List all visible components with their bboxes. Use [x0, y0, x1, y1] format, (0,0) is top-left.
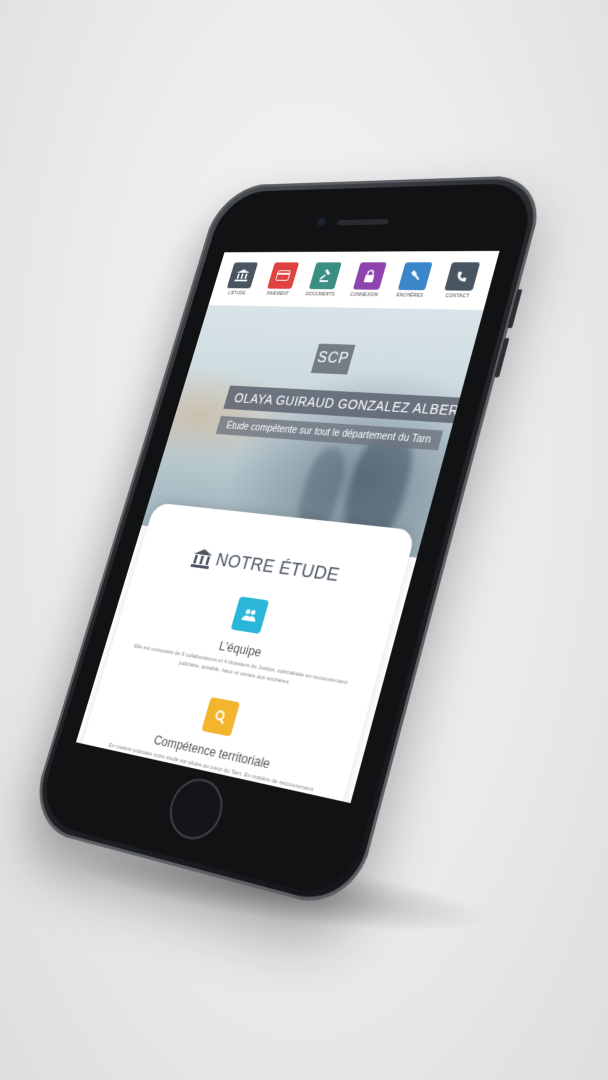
bank-icon [190, 548, 214, 570]
background: L'étude Paiement Documents [0, 0, 608, 1080]
phone-face: L'étude Paiement Documents [34, 182, 540, 903]
phone-screen: L'étude Paiement Documents [75, 250, 500, 804]
scp-badge: SCP [310, 343, 356, 375]
nav-item-contact[interactable]: Contact [436, 261, 487, 299]
nav-item-paiement[interactable]: Paiement [259, 261, 305, 297]
nav-label: Enchères [395, 292, 424, 299]
firm-subtitle: Étude compétente sur tout le département… [215, 415, 444, 451]
nav-item-connexion[interactable]: Connexion [344, 261, 392, 298]
nav-label: Paiement [266, 290, 290, 297]
lock-icon [352, 261, 387, 290]
nav-item-etude[interactable]: L'étude [219, 261, 264, 296]
bank-icon [226, 261, 258, 288]
nav-item-encheres[interactable]: Enchères [389, 261, 439, 299]
hammer-icon [397, 261, 433, 290]
gavel-icon [309, 261, 343, 289]
top-navigation: L'étude Paiement Documents [208, 250, 500, 311]
phone-icon [444, 261, 481, 291]
nav-label: Documents [305, 291, 336, 297]
nav-item-documents[interactable]: Documents [301, 261, 348, 297]
phone-device: L'étude Paiement Documents [26, 174, 549, 914]
nav-label: Contact [444, 292, 470, 299]
content-card: NOTRE ÉTUDE L'équipe Elle est composée d… [76, 502, 417, 804]
section-title: NOTRE ÉTUDE [213, 549, 342, 587]
front-camera [316, 217, 327, 226]
home-button[interactable] [162, 773, 230, 845]
team-icon [230, 596, 270, 634]
nav-label: Connexion [349, 291, 380, 298]
feature-competence: Compétence territoriale En matière judic… [77, 676, 364, 803]
nav-label: L'étude [227, 290, 247, 296]
feature-equipe: L'équipe Elle est composée de 9 collabor… [109, 581, 393, 703]
search-icon [201, 696, 241, 737]
speaker-grille [336, 219, 390, 226]
card-icon [267, 261, 300, 289]
